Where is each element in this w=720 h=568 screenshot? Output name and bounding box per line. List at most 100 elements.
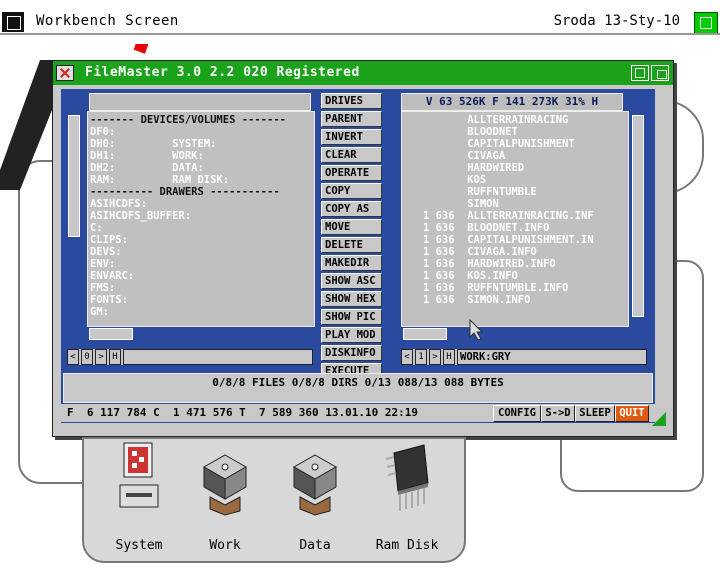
right-nav-history[interactable]: H (443, 349, 455, 365)
left-nav-index[interactable]: 0 (81, 349, 93, 365)
work-disk[interactable]: Work (180, 439, 270, 557)
list-item[interactable]: ALLTERRAINRACING (404, 114, 628, 126)
list-item[interactable]: RUFFNTUMBLE (404, 186, 628, 198)
left-horizontal-scrollbar[interactable] (87, 327, 313, 340)
right-file-list[interactable]: ALLTERRAINRACING BLOODNET CAPITALPUNISHM… (401, 111, 629, 327)
system-disk[interactable]: System (94, 439, 184, 557)
command-button-move[interactable]: MOVE (321, 219, 382, 235)
workbench-title-bar: Workbench Screen Sroda 13-Sty-10 (0, 0, 720, 44)
command-button-makedir[interactable]: MAKEDIR (321, 255, 382, 271)
list-item[interactable]: ENV: (90, 258, 314, 270)
command-button-play-mod[interactable]: PLAY MOD (321, 327, 382, 343)
quit-button[interactable]: QUIT (615, 405, 649, 422)
command-button-copy[interactable]: COPY (321, 183, 382, 199)
list-item[interactable]: DF0: (90, 126, 314, 138)
command-button-show-asc[interactable]: SHOW ASC (321, 273, 382, 289)
list-item[interactable]: FMS: (90, 282, 314, 294)
left-path-bar: < 0 > H (67, 349, 313, 365)
list-item[interactable]: BLOODNET (404, 126, 628, 138)
list-item[interactable]: 1 636 KOS.INFO (404, 270, 628, 282)
left-nav-prev[interactable]: < (67, 349, 79, 365)
zoom-icon[interactable] (631, 65, 649, 81)
aweb-logo-fragment (0, 60, 56, 190)
depth-icon[interactable] (651, 65, 669, 81)
left-hscroll-knob[interactable] (89, 328, 133, 340)
left-nav-history[interactable]: H (109, 349, 121, 365)
list-item[interactable]: C: (90, 222, 314, 234)
list-item[interactable]: DH2: DATA: (90, 162, 314, 174)
data-disk[interactable]: Data (270, 439, 360, 557)
list-item[interactable]: DH0: SYSTEM: (90, 138, 314, 150)
left-nav-next[interactable]: > (95, 349, 107, 365)
list-item[interactable]: DEVS: (90, 246, 314, 258)
command-button-show-pic[interactable]: SHOW PIC (321, 309, 382, 325)
list-item[interactable]: 1 636 BLOODNET.INFO (404, 222, 628, 234)
list-item[interactable]: ASIHCDFS_BUFFER: (90, 210, 314, 222)
list-item[interactable]: 1 636 ALLTERRAINRACING.INF (404, 210, 628, 222)
list-item[interactable]: ------- DEVICES/VOLUMES ------- (90, 114, 314, 126)
list-item[interactable]: SIMON (404, 198, 628, 210)
list-item[interactable]: 1 636 CIVAGA.INFO (404, 246, 628, 258)
command-button-drives[interactable]: DRIVES (321, 93, 382, 109)
workbench-back-gadget[interactable] (2, 12, 24, 32)
list-item[interactable]: CLIPS: (90, 234, 314, 246)
right-hscroll-knob[interactable] (403, 328, 447, 340)
list-item[interactable]: ASIHCDFS: (90, 198, 314, 210)
list-item[interactable]: ENVARC: (90, 270, 314, 282)
right-nav-index[interactable]: 1 (415, 349, 427, 365)
list-item[interactable]: GM: (90, 306, 314, 318)
list-item[interactable]: 1 636 RUFFNTUMBLE.INFO (404, 282, 628, 294)
source-dest-button[interactable]: S->D (541, 405, 575, 422)
left-path-field[interactable] (123, 349, 313, 365)
command-button-diskinfo[interactable]: DISKINFO (321, 345, 382, 361)
right-nav-prev[interactable]: < (401, 349, 413, 365)
left-scroll-knob[interactable] (68, 115, 80, 237)
right-pane-header[interactable]: V 63 526K F 141 273K 31% H (401, 93, 623, 111)
list-item[interactable]: 1 636 CAPITALPUNISHMENT.IN (404, 234, 628, 246)
left-file-list[interactable]: ------- DEVICES/VOLUMES ------- DF0: DH0: … (87, 111, 315, 327)
list-item[interactable]: CIVAGA (404, 150, 628, 162)
workbench-title: Workbench Screen (36, 13, 179, 29)
workbench-date: Sroda 13-Sty-10 (553, 13, 680, 29)
bottom-bar: F 6 117 784 C 1 471 576 T 7 589 360 13.0… (61, 404, 655, 422)
data-disk-label: Data (299, 538, 331, 553)
right-vertical-scrollbar[interactable] (631, 111, 644, 321)
filemaster-title-bar[interactable]: FileMaster 3.0 2.2 020 Registered (53, 61, 673, 85)
right-horizontal-scrollbar[interactable] (401, 327, 627, 340)
command-button-delete[interactable]: DELETE (321, 237, 382, 253)
list-item[interactable]: 1 636 SIMON.INFO (404, 294, 628, 306)
list-item[interactable]: CAPITALPUNISHMENT (404, 138, 628, 150)
list-item[interactable]: HARDWIRED (404, 162, 628, 174)
left-vertical-scrollbar[interactable] (67, 111, 80, 321)
command-button-parent[interactable]: PARENT (321, 111, 382, 127)
right-nav-next[interactable]: > (429, 349, 441, 365)
command-button-clear[interactable]: CLEAR (321, 147, 382, 163)
list-item[interactable]: RAM: RAM DISK: (90, 174, 314, 186)
hard-disk-icon (202, 454, 248, 516)
resize-gadget-icon[interactable] (652, 412, 666, 426)
config-button[interactable]: CONFIG (493, 405, 541, 422)
workbench-depth-gadget[interactable] (694, 12, 718, 34)
filemaster-body: ------- DEVICES/VOLUMES ------- DF0: DH0: … (61, 89, 655, 423)
sleep-button[interactable]: SLEEP (575, 405, 615, 422)
command-buttons: DRIVES PARENT INVERT CLEAR OPERATE COPY COPY A… (321, 93, 382, 399)
ram-disk[interactable]: Ram Disk (362, 439, 452, 557)
command-button-copy-as[interactable]: COPY AS (321, 201, 382, 217)
right-path-bar: < 1 > H WORK:GRY (401, 349, 647, 365)
list-item[interactable]: FONTS: (90, 294, 314, 306)
list-item[interactable]: ---------- DRAWERS ----------- (90, 186, 314, 198)
disk-space-info: F 6 117 784 C 1 471 576 T 7 589 360 13.0… (67, 406, 418, 419)
window-title: FileMaster 3.0 2.2 020 Registered (85, 65, 360, 80)
status-line: 0/8/8 FILES 0/8/8 DIRS 0/13 088/13 088 B… (63, 373, 653, 403)
command-button-operate[interactable]: OPERATE (321, 165, 382, 181)
list-item[interactable]: 1 636 HARDWIRED.INFO (404, 258, 628, 270)
left-pane-header[interactable] (89, 93, 311, 111)
command-button-show-hex[interactable]: SHOW HEX (321, 291, 382, 307)
right-path-field[interactable]: WORK:GRY (457, 349, 647, 365)
hard-disk-icon (292, 454, 338, 516)
command-button-invert[interactable]: INVERT (321, 129, 382, 145)
list-item[interactable]: DH1: WORK: (90, 150, 314, 162)
close-icon[interactable] (56, 65, 74, 81)
list-item[interactable]: KOS (404, 174, 628, 186)
right-scroll-knob[interactable] (632, 115, 644, 317)
